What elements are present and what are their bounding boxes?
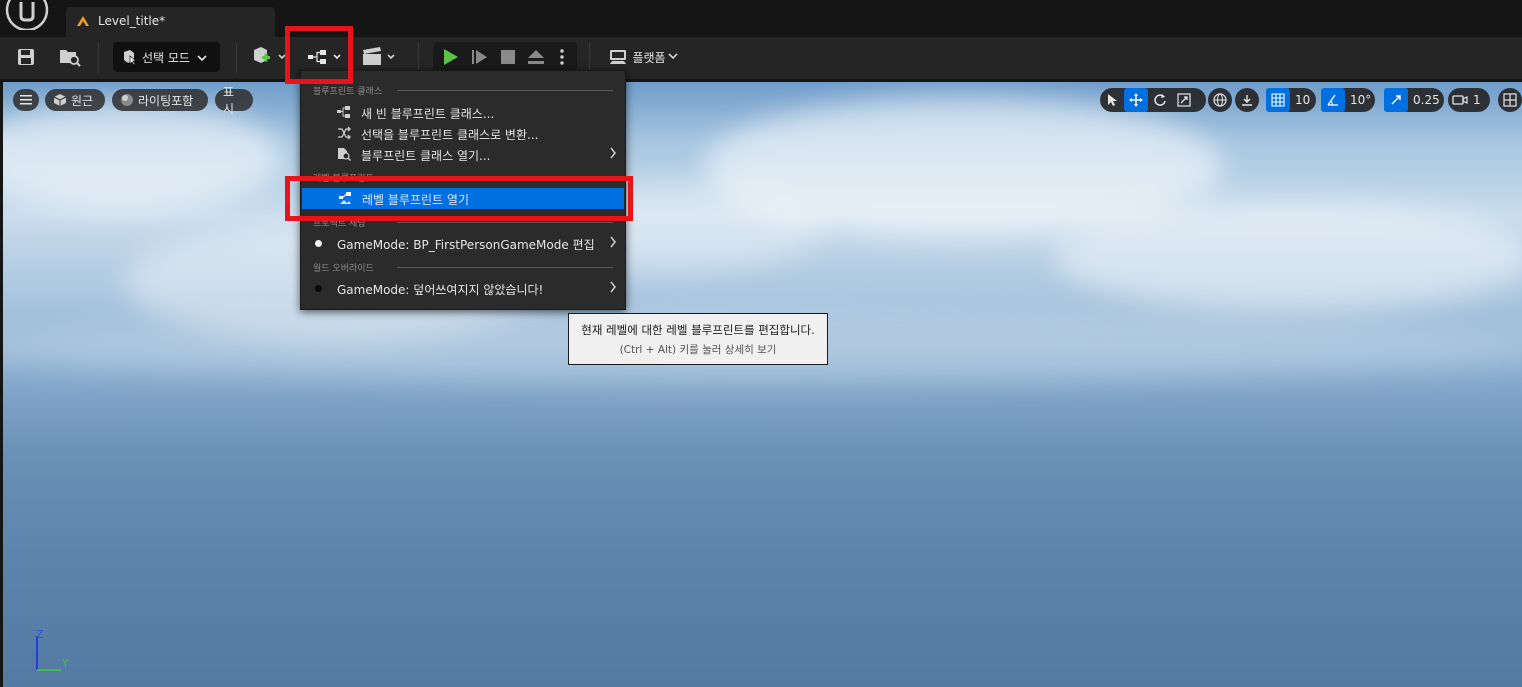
hamburger-menu-icon: [20, 95, 32, 105]
menu-item-gamemode-override[interactable]: GameMode: 덮어쓰여지지 않았습니다!: [301, 278, 625, 299]
menu-item-label: 블루프린트 클래스 열기...: [361, 149, 491, 163]
axis-z-label: Z: [36, 628, 44, 641]
chevron-down-icon: [197, 51, 207, 65]
camera-speed-control[interactable]: 1: [1448, 88, 1490, 112]
grid-icon: [1266, 88, 1290, 112]
cube-icon: [53, 94, 67, 106]
chevron-right-icon: [609, 147, 617, 162]
axis-y-label: Y: [62, 657, 69, 670]
more-options-icon[interactable]: [559, 48, 565, 69]
tooltip: 현재 레벨에 대한 레벨 블루프린트를 편집합니다. (Ctrl + Alt) …: [568, 313, 828, 365]
layout-grid-icon: [1498, 88, 1522, 112]
show-button[interactable]: 표시: [215, 85, 253, 116]
save-button[interactable]: [12, 41, 40, 73]
chevron-right-icon: [609, 281, 617, 296]
lit-sphere-icon: [121, 94, 133, 106]
grid-snap-value: 10: [1295, 93, 1311, 107]
rotation-snap-control[interactable]: 10°: [1321, 88, 1375, 112]
mode-select-dropdown[interactable]: 선택 모드: [113, 42, 220, 72]
menu-item-convert-to-blueprint[interactable]: 선택을 블루프린트 클래스로 변환...: [301, 123, 625, 144]
translate-tool-icon[interactable]: [1124, 88, 1148, 112]
lighting-mode-label: 라이팅포함: [138, 93, 194, 108]
rotate-tool-icon[interactable]: [1148, 88, 1172, 112]
platform-label: 플랫폼: [632, 50, 666, 65]
angle-icon: [1321, 88, 1345, 112]
scale-snap-control[interactable]: 0.25: [1384, 88, 1444, 112]
cinematics-button[interactable]: [360, 41, 400, 73]
axis-gizmo: Z Y: [31, 628, 76, 675]
section-header-blueprint-class: 블루프린트 클래스: [313, 87, 383, 97]
world-local-toggle[interactable]: [1208, 88, 1232, 112]
platform-button[interactable]: 플랫폼: [604, 41, 684, 73]
chevron-down-icon: [667, 53, 678, 60]
surface-snap-icon: [1235, 88, 1259, 112]
camera-icon: [1448, 88, 1472, 112]
level-tab[interactable]: Level_title*: [66, 7, 275, 37]
menu-item-label: GameMode: 덮어쓰여지지 않았습니다!: [337, 283, 544, 297]
menu-item-label: 선택을 블루프린트 클래스로 변환...: [361, 128, 539, 142]
level-icon: [76, 15, 90, 30]
select-tool-icon[interactable]: [1100, 88, 1124, 112]
tooltip-description: 현재 레벨에 대한 레벨 블루프린트를 편집합니다.: [581, 323, 815, 337]
level-tab-label: Level_title*: [98, 14, 166, 28]
mode-select-label: 선택 모드: [142, 51, 190, 65]
level-viewport[interactable]: 원근 라이팅포함 표시 10 10° 0.25 1 Z Y: [3, 82, 1522, 687]
section-header-world-override: 월드 오버라이드: [313, 264, 374, 274]
clapperboard-icon: [363, 47, 395, 65]
blueprint-open-icon: [337, 147, 351, 161]
menu-item-new-blueprint[interactable]: 새 빈 블루프린트 클래스...: [301, 102, 625, 123]
scale-tool-icon[interactable]: [1172, 88, 1196, 112]
folder-search-icon: [60, 50, 81, 67]
play-icon[interactable]: [442, 48, 460, 69]
scale-snap-icon: [1384, 88, 1408, 112]
add-actor-icon: [254, 47, 286, 63]
highlight-box-open-level-blueprint: [285, 176, 633, 221]
surface-snap-toggle[interactable]: [1235, 88, 1259, 112]
stop-icon[interactable]: [500, 49, 516, 68]
show-label: 표시: [223, 85, 235, 116]
scale-snap-value: 0.25: [1413, 93, 1440, 107]
select-mode-icon: [121, 49, 137, 68]
play-controls: [433, 42, 577, 72]
perspective-button[interactable]: 원근: [45, 89, 105, 111]
title-bar: Level_title*: [0, 0, 1522, 37]
tooltip-hint: (Ctrl + Alt) 키를 눌러 상세히 보기: [619, 344, 777, 356]
grid-snap-control[interactable]: 10: [1266, 88, 1316, 112]
menu-item-edit-gamemode[interactable]: GameMode: BP_FirstPersonGameMode 편집: [301, 233, 625, 254]
highlight-box-blueprint-button: [285, 26, 353, 84]
blueprint-new-icon: [337, 105, 351, 119]
eject-icon[interactable]: [527, 48, 545, 69]
globe-icon: [1208, 88, 1232, 112]
add-actor-button[interactable]: [250, 41, 288, 73]
status-dot-white: [315, 240, 322, 247]
menu-item-open-blueprint-class[interactable]: 블루프린트 클래스 열기...: [301, 144, 625, 165]
unreal-logo-icon[interactable]: [5, 0, 50, 32]
convert-icon: [337, 126, 351, 140]
menu-item-label: 새 빈 블루프린트 클래스...: [361, 107, 495, 121]
status-dot-black: [315, 285, 322, 292]
transform-tools: [1100, 88, 1206, 112]
viewport-layout-button[interactable]: [1498, 88, 1522, 112]
platform-icon: [610, 50, 627, 64]
rotation-snap-value: 10°: [1350, 93, 1372, 107]
save-icon: [18, 49, 34, 65]
chevron-right-icon: [609, 236, 617, 251]
lighting-mode-button[interactable]: 라이팅포함: [112, 89, 208, 111]
menu-item-label: GameMode: BP_FirstPersonGameMode 편집: [337, 238, 595, 252]
content-browser-button[interactable]: [55, 41, 85, 73]
perspective-label: 원근: [71, 93, 94, 108]
main-toolbar: 선택 모드 플랫폼: [0, 37, 1522, 79]
advance-frame-icon[interactable]: [471, 48, 489, 69]
camera-speed-value: 1: [1473, 93, 1481, 107]
viewport-menu-button[interactable]: [13, 89, 39, 111]
